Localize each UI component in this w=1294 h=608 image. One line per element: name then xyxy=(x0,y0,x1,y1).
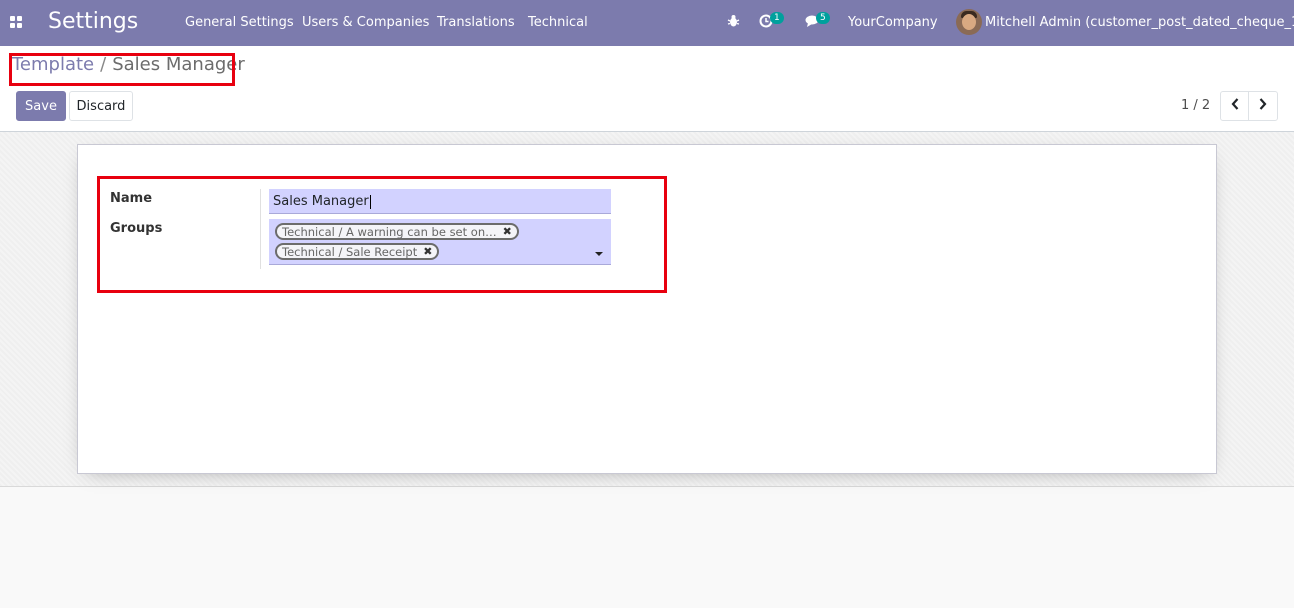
apps-menu-icon[interactable] xyxy=(10,16,23,29)
form-highlight-box xyxy=(97,176,667,293)
save-button[interactable]: Save xyxy=(16,91,66,121)
user-menu[interactable]: Mitchell Admin (customer_post_dated_cheq… xyxy=(985,15,1294,30)
control-panel: Template / Sales Manager Save Discard 1 / … xyxy=(0,46,1294,132)
discard-button[interactable]: Discard xyxy=(69,91,133,121)
pager-next-button[interactable] xyxy=(1248,91,1278,121)
menu-technical[interactable]: Technical xyxy=(528,15,588,30)
activity-count-badge: 1 xyxy=(770,12,784,24)
top-navbar: Settings General Settings Users & Compan… xyxy=(0,0,1294,46)
breadcrumb-highlight-box xyxy=(9,53,235,86)
debug-bug-icon[interactable] xyxy=(727,14,740,32)
company-switcher[interactable]: YourCompany xyxy=(848,15,938,30)
chevron-left-icon xyxy=(1231,98,1239,114)
user-avatar[interactable] xyxy=(956,9,982,35)
chevron-right-icon xyxy=(1259,98,1267,114)
messages-count-badge: 5 xyxy=(816,12,830,24)
pager-previous-button[interactable] xyxy=(1220,91,1250,121)
app-title: Settings xyxy=(48,9,139,34)
menu-translations[interactable]: Translations xyxy=(437,15,515,30)
menu-general-settings[interactable]: General Settings xyxy=(185,15,294,30)
pager-value: 1 / 2 xyxy=(1181,98,1211,113)
menu-users-companies[interactable]: Users & Companies xyxy=(302,15,429,30)
